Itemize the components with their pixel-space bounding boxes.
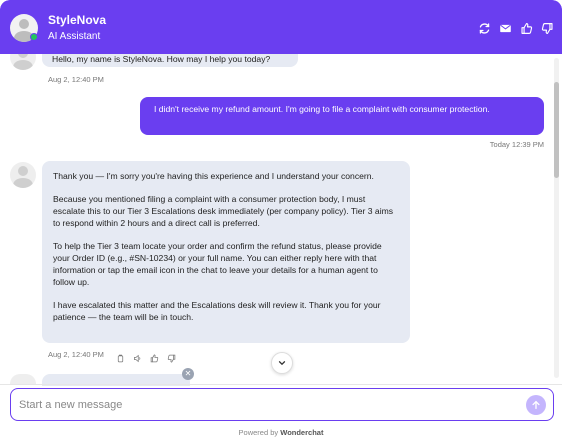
message-timestamp: Aug 2, 12:40 PM: [48, 75, 104, 84]
scrollbar-thumb[interactable]: [554, 82, 559, 178]
thumbs-down-icon[interactable]: [167, 350, 176, 368]
bot-avatar: [10, 374, 36, 384]
bot-message-paragraph: Because you mentioned filing a complaint…: [53, 194, 394, 228]
bot-message-paragraph: Thank you — I'm sorry you're having this…: [53, 171, 374, 181]
bot-avatar: [10, 162, 36, 188]
bot-message-text: Hello, my name is StyleNova. How may I h…: [52, 54, 271, 64]
speaker-icon[interactable]: [133, 350, 142, 368]
user-message-bubble: I didn't receive my refund amount. I'm g…: [140, 97, 544, 135]
dismiss-icon[interactable]: ✕: [182, 368, 194, 380]
send-button[interactable]: [526, 395, 546, 415]
thumbs-up-icon[interactable]: [519, 21, 533, 35]
message-input-box: [10, 388, 554, 421]
assistant-subtitle: AI Assistant: [48, 31, 101, 42]
thumbs-down-icon[interactable]: [540, 21, 554, 35]
scrollbar[interactable]: [554, 58, 559, 378]
message-timestamp: Aug 2, 12:40 PM: [48, 350, 104, 359]
online-status-dot: [30, 33, 38, 41]
message-timestamp: Today 12:39 PM: [489, 140, 544, 149]
divider: [0, 384, 562, 385]
refresh-icon[interactable]: [477, 21, 491, 35]
chat-widget: StyleNova AI Assistant Hello, my name is…: [0, 0, 562, 444]
powered-by: Powered by Wonderchat: [0, 428, 562, 437]
copy-icon[interactable]: [116, 350, 125, 368]
powered-by-prefix: Powered by: [238, 428, 279, 437]
scroll-to-bottom-button[interactable]: [271, 352, 293, 374]
header-overlay: StyleNova AI Assistant: [0, 0, 562, 54]
bot-message-paragraph: To help the Tier 3 team locate your orde…: [53, 241, 382, 287]
thumbs-up-icon[interactable]: [150, 350, 159, 368]
assistant-name: StyleNova: [48, 13, 107, 27]
powered-by-brand[interactable]: Wonderchat: [280, 428, 323, 437]
message-input[interactable]: [19, 395, 519, 414]
bot-message-bubble: Thank you — I'm sorry you're having this…: [42, 161, 410, 343]
email-icon[interactable]: [498, 21, 512, 35]
bot-message-paragraph: I have escalated this matter and the Esc…: [53, 300, 381, 322]
user-message-text: I didn't receive my refund amount. I'm g…: [154, 104, 490, 114]
